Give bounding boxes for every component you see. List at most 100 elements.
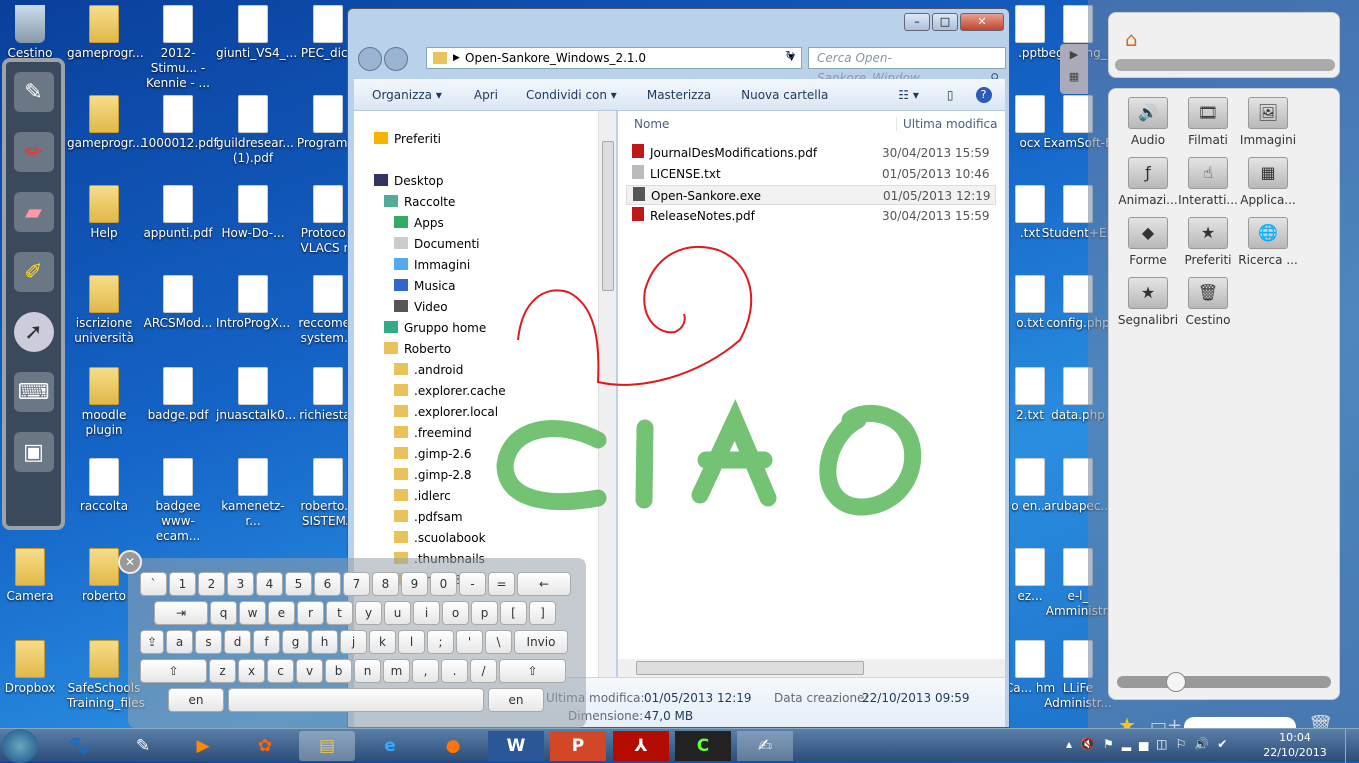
key[interactable]: 7 [343,572,370,596]
key[interactable]: 5 [285,572,312,596]
key[interactable]: b [325,659,352,683]
key[interactable]: a [166,630,193,654]
key[interactable]: p [471,601,498,625]
key[interactable]: h [311,630,338,654]
key[interactable]: m [383,659,410,683]
key[interactable]: q [210,601,237,625]
library-items-box: 🔊 Audio 🎞 Filmati 🖼 Immagini ƒ Animazi... ☝ Inter… [1108,88,1340,700]
key[interactable]: i [413,601,440,625]
key[interactable]: g [282,630,309,654]
show-desktop-button[interactable] [1345,729,1359,763]
green-app-icon[interactable]: C [675,731,731,761]
key[interactable]: = [488,572,515,596]
taskbar: 🐾 ✎ ▶ ✿ ▤ e ● W P ⅄ C ✍ ▴🔇⚑▂▅◫⚐🔊✔ 10:04 2… [0,728,1359,763]
gimp-icon[interactable]: 🐾 [52,731,108,761]
key[interactable]: 1 [169,572,196,596]
home-icon[interactable]: ⌂ [1125,27,1138,51]
key[interactable]: \ [485,630,512,654]
library-folder-icon: 🔊 [1128,97,1168,129]
key[interactable]: z [209,659,236,683]
clock-date: 22/10/2013 [1263,746,1327,759]
key[interactable]: 6 [314,572,341,596]
key[interactable]: c [267,659,294,683]
library-item[interactable]: ▦ Applica... [1237,157,1299,207]
key[interactable]: Invio [514,630,568,654]
firefox-icon[interactable]: ● [425,731,481,761]
library-folder-icon: ☝ [1188,157,1228,189]
library-path-box: ⌂ [1108,12,1340,78]
library-item[interactable]: ƒ Animazi... [1117,157,1179,207]
key[interactable]: 4 [256,572,283,596]
key[interactable]: y [355,601,382,625]
green-letter-i [635,419,654,509]
key[interactable]: s [195,630,222,654]
key[interactable]: ⇧ [140,659,207,683]
panel-toggle[interactable]: ▶ ▦ [1060,44,1088,94]
zoom-slider-thumb[interactable] [1165,672,1186,692]
key[interactable]: o [442,601,469,625]
key[interactable]: / [470,659,497,683]
key[interactable]: . [441,659,468,683]
key[interactable]: [ [500,601,527,625]
path-scrollbar[interactable] [1115,59,1335,71]
key[interactable]: t [326,601,353,625]
media-player-icon[interactable]: ▶ [175,731,231,761]
explorer-taskbar-icon[interactable]: ▤ [299,731,355,761]
sankore-pen-icon[interactable]: ✎ [115,731,171,761]
key[interactable]: 0 [430,572,457,596]
library-folder-icon: 🌐 [1248,217,1288,249]
key[interactable]: en [488,688,544,712]
key[interactable]: ⇥ [154,601,208,625]
library-item-label: Preferiti [1184,253,1232,267]
library-item[interactable]: 🔊 Audio [1117,97,1179,147]
key[interactable]: f [253,630,280,654]
key[interactable]: e [268,601,295,625]
key[interactable]: ; [427,630,454,654]
library-item[interactable]: ◆ Forme [1117,217,1179,267]
key[interactable]: - [459,572,486,596]
internet-explorer-icon[interactable]: e [362,731,418,761]
key[interactable]: k [369,630,396,654]
powerpoint-icon[interactable]: P [550,731,606,761]
keyboard-close-button[interactable]: ✕ [118,550,142,574]
zoom-slider[interactable] [1117,672,1331,692]
key[interactable]: en [168,688,224,712]
photos-icon[interactable]: ✿ [237,731,293,761]
key[interactable]: 8 [372,572,399,596]
clock[interactable]: 10:04 22/10/2013 [1262,730,1328,760]
key[interactable]: r [297,601,324,625]
library-item[interactable]: ☝ Interatti... [1177,157,1239,207]
library-item[interactable]: 🌐 Ricerca ... [1237,217,1299,267]
key[interactable] [228,688,484,712]
key[interactable]: ⇪ [140,630,164,654]
key[interactable]: v [296,659,323,683]
key[interactable]: w [239,601,266,625]
library-item[interactable]: ★ Preferiti [1177,217,1239,267]
key[interactable]: ] [529,601,556,625]
key[interactable]: x [238,659,265,683]
key[interactable]: 9 [401,572,428,596]
library-folder-icon: ▦ [1248,157,1288,189]
library-item[interactable]: 🖼 Immagini [1237,97,1299,147]
start-button[interactable] [2,729,38,763]
key[interactable]: 3 [227,572,254,596]
key[interactable]: ← [517,572,571,596]
word-icon[interactable]: W [488,731,544,761]
virtual-keyboard: ✕ ` 1 2 3 4 5 6 7 8 9 0- = ← ⇥ q w e r t y u i o p[] ⇪ a s d f g h j k l;… [118,550,586,728]
key[interactable]: ⇧ [499,659,566,683]
library-item[interactable]: 🎞 Filmati [1177,97,1239,147]
key[interactable]: d [224,630,251,654]
key[interactable]: n [354,659,381,683]
key[interactable]: 2 [198,572,225,596]
library-item[interactable]: 🗑 Cestino [1177,277,1239,327]
acrobat-icon[interactable]: ⅄ [613,731,669,761]
key[interactable]: j [340,630,367,654]
key[interactable]: ` [140,572,167,596]
key[interactable]: ' [456,630,483,654]
key[interactable]: , [412,659,439,683]
library-item-label: Filmati [1188,133,1228,147]
key[interactable]: l [398,630,425,654]
sankore-board-icon[interactable]: ✍ [737,731,793,761]
library-item[interactable]: ★ Segnalibri [1117,277,1179,327]
key[interactable]: u [384,601,411,625]
